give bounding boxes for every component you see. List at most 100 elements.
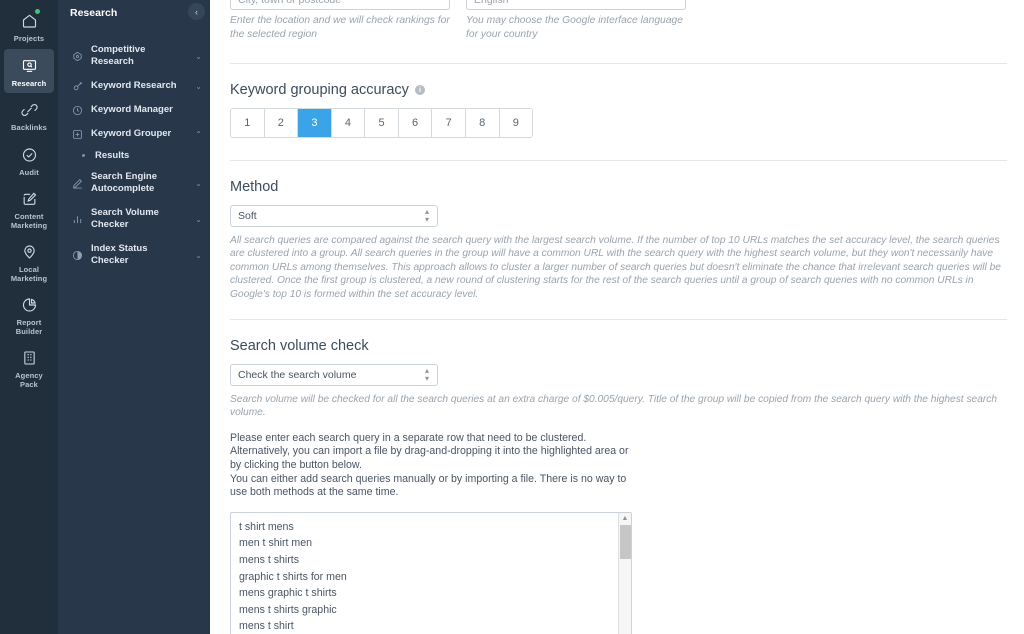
accuracy-level-selector[interactable]: 1 2 3 4 5 6 7 8 9 [230,108,533,138]
search-volume-select[interactable]: Check the search volume ▴ ▾ [230,364,438,387]
sidebar-title: Research [70,7,118,19]
check-circle-icon [17,144,41,166]
accuracy-title-text: Keyword grouping accuracy [230,82,409,98]
clock-icon [69,105,85,116]
scroll-up-icon[interactable]: ▲ [622,513,629,524]
accuracy-level-5[interactable]: 5 [365,109,399,137]
scrollbar-thumb[interactable] [619,524,631,559]
textarea-scrollbar[interactable]: ▲ ▼ [618,512,631,634]
sidebar-item-label: Keyword Manager [91,104,173,115]
sidebar-item-competitive-research[interactable]: Competitive Research ⌄ [58,38,210,74]
bar-chart-icon [69,214,85,225]
location-input-placeholder: City, town or postcode [238,0,342,6]
section-divider [230,160,1007,161]
accuracy-section-title: Keyword grouping accuracy i [230,82,996,98]
sidebar-subitem-results[interactable]: Results [58,146,210,165]
method-select[interactable]: Soft ▴ ▾ [230,205,438,227]
rail-label: Agency Pack [15,371,43,389]
sidebar-item-search-volume-checker[interactable]: Search Volume Checker ⌄ [58,201,210,237]
method-section-title: Method [230,179,279,195]
sidebar-item-label: Index Status Checker [91,243,148,266]
accuracy-level-1[interactable]: 1 [231,109,265,137]
accuracy-level-4[interactable]: 4 [331,109,366,137]
link-icon [17,99,41,121]
chevron-down-icon: ⌄ [195,250,202,260]
pencil-square-icon [17,188,41,210]
sidebar-item-keyword-grouper[interactable]: Keyword Grouper ⌃ [58,122,210,146]
rail-item-agency-pack[interactable]: Agency Pack [0,341,58,394]
secondary-sidebar: Research ‹ Competitive Research ⌄ Keywor… [58,0,210,634]
rail-item-audit[interactable]: Audit [0,138,58,183]
collapse-sidebar-button[interactable]: ‹ [188,3,205,20]
volume-description: Search volume will be checked for all th… [230,394,998,419]
keyword-line: t shirt mens [239,520,294,533]
keywords-list[interactable]: t shirt mens men t shirt men mens t shir… [231,513,618,634]
rail-label: Backlinks [11,123,47,132]
accuracy-level-8[interactable]: 8 [465,109,500,137]
location-help-text: Enter the location and we will check ran… [230,15,450,40]
instructions-paragraph-2: You can either add search queries manual… [230,472,627,499]
chevron-down-icon: ⌄ [195,178,202,188]
keyword-line: graphic t shirts for men [239,570,347,583]
sidebar-item-label: Keyword Grouper [91,128,172,139]
rail-item-local-marketing[interactable]: Local Marketing [0,235,58,288]
location-field-group: City, town or postcode ▾ Enter the locat… [230,0,450,41]
sidebar-subitem-label: Results [95,150,130,161]
keyword-line: mens t shirts [239,554,300,566]
plus-box-icon [69,129,85,140]
rail-label: Projects [13,34,45,43]
rail-label: Content Marketing [10,212,48,230]
accuracy-level-6[interactable]: 6 [398,109,433,137]
keywords-textarea[interactable]: t shirt mens men t shirt men mens t shir… [230,511,632,634]
accuracy-level-9[interactable]: 9 [499,109,532,137]
rail-label: Audit [19,167,39,177]
accuracy-level-3[interactable]: 3 [298,109,332,137]
sidebar-item-label: Search Volume Checker [91,207,159,230]
search-volume-select-value: Check the search volume [238,369,357,382]
volume-section-title: Search volume check [230,338,369,355]
primary-nav-rail: Projects Research Backlinks Audit Conten… [0,0,58,634]
rail-label: Research [11,78,47,88]
sidebar-menu: Competitive Research ⌄ Keyword Research … [58,26,210,273]
method-select-value: Soft [238,210,257,222]
status-dot-badge [35,9,40,14]
chevron-up-icon: ⌃ [195,129,202,139]
select-spinner-icon: ▴ ▾ [424,207,429,224]
sidebar-item-label: Keyword Research [91,80,177,91]
rail-item-research[interactable]: Research [4,48,54,93]
sidebar-item-index-status-checker[interactable]: Index Status Checker ⌄ [58,237,210,273]
sidebar-header: Research ‹ [58,0,210,26]
language-select-value: English [474,0,509,6]
select-spinner-icon: ▴ ▾ [424,366,429,384]
section-divider [230,63,1007,64]
main-content: City, town or postcode ▾ Enter the locat… [210,0,1024,634]
instructions-paragraph-1: Please enter each search query in a sepa… [230,431,629,472]
rail-item-projects[interactable]: Projects [0,4,58,49]
map-pin-icon [17,241,41,263]
sidebar-item-keyword-research[interactable]: Keyword Research ⌄ [58,74,210,98]
location-language-row: City, town or postcode ▾ Enter the locat… [230,0,996,41]
location-input[interactable]: City, town or postcode ▾ [230,0,450,10]
app-root: Projects Research Backlinks Audit Conten… [0,0,1024,634]
target-icon [69,51,85,62]
bullet-icon [82,154,85,157]
rail-item-report-builder[interactable]: Report Builder [0,288,58,341]
keyword-line: mens graphic t shirts [239,587,337,600]
language-select[interactable]: English ▾ [466,0,686,10]
rail-item-content-marketing[interactable]: Content Marketing [0,182,58,235]
half-circle-icon [69,250,85,261]
accuracy-level-7[interactable]: 7 [432,109,466,137]
rail-item-backlinks[interactable]: Backlinks [0,93,58,138]
chevron-down-icon: ⌄ [195,81,202,91]
rail-label: Report Builder [15,318,43,336]
sidebar-item-keyword-manager[interactable]: Keyword Manager [58,98,210,122]
info-icon[interactable]: i [414,85,425,95]
section-divider [230,319,1007,321]
accuracy-level-2[interactable]: 2 [264,109,299,137]
language-help-text: You may choose the Google interface lang… [466,15,683,40]
sidebar-item-search-engine-autocomplete[interactable]: Search Engine Autocomplete ⌄ [58,165,210,201]
chevron-down-icon: ⌄ [195,51,202,61]
sidebar-item-label: Competitive Research [91,44,146,67]
language-field-group: English ▾ You may choose the Google inte… [466,0,686,41]
pie-chart-icon [17,294,41,316]
